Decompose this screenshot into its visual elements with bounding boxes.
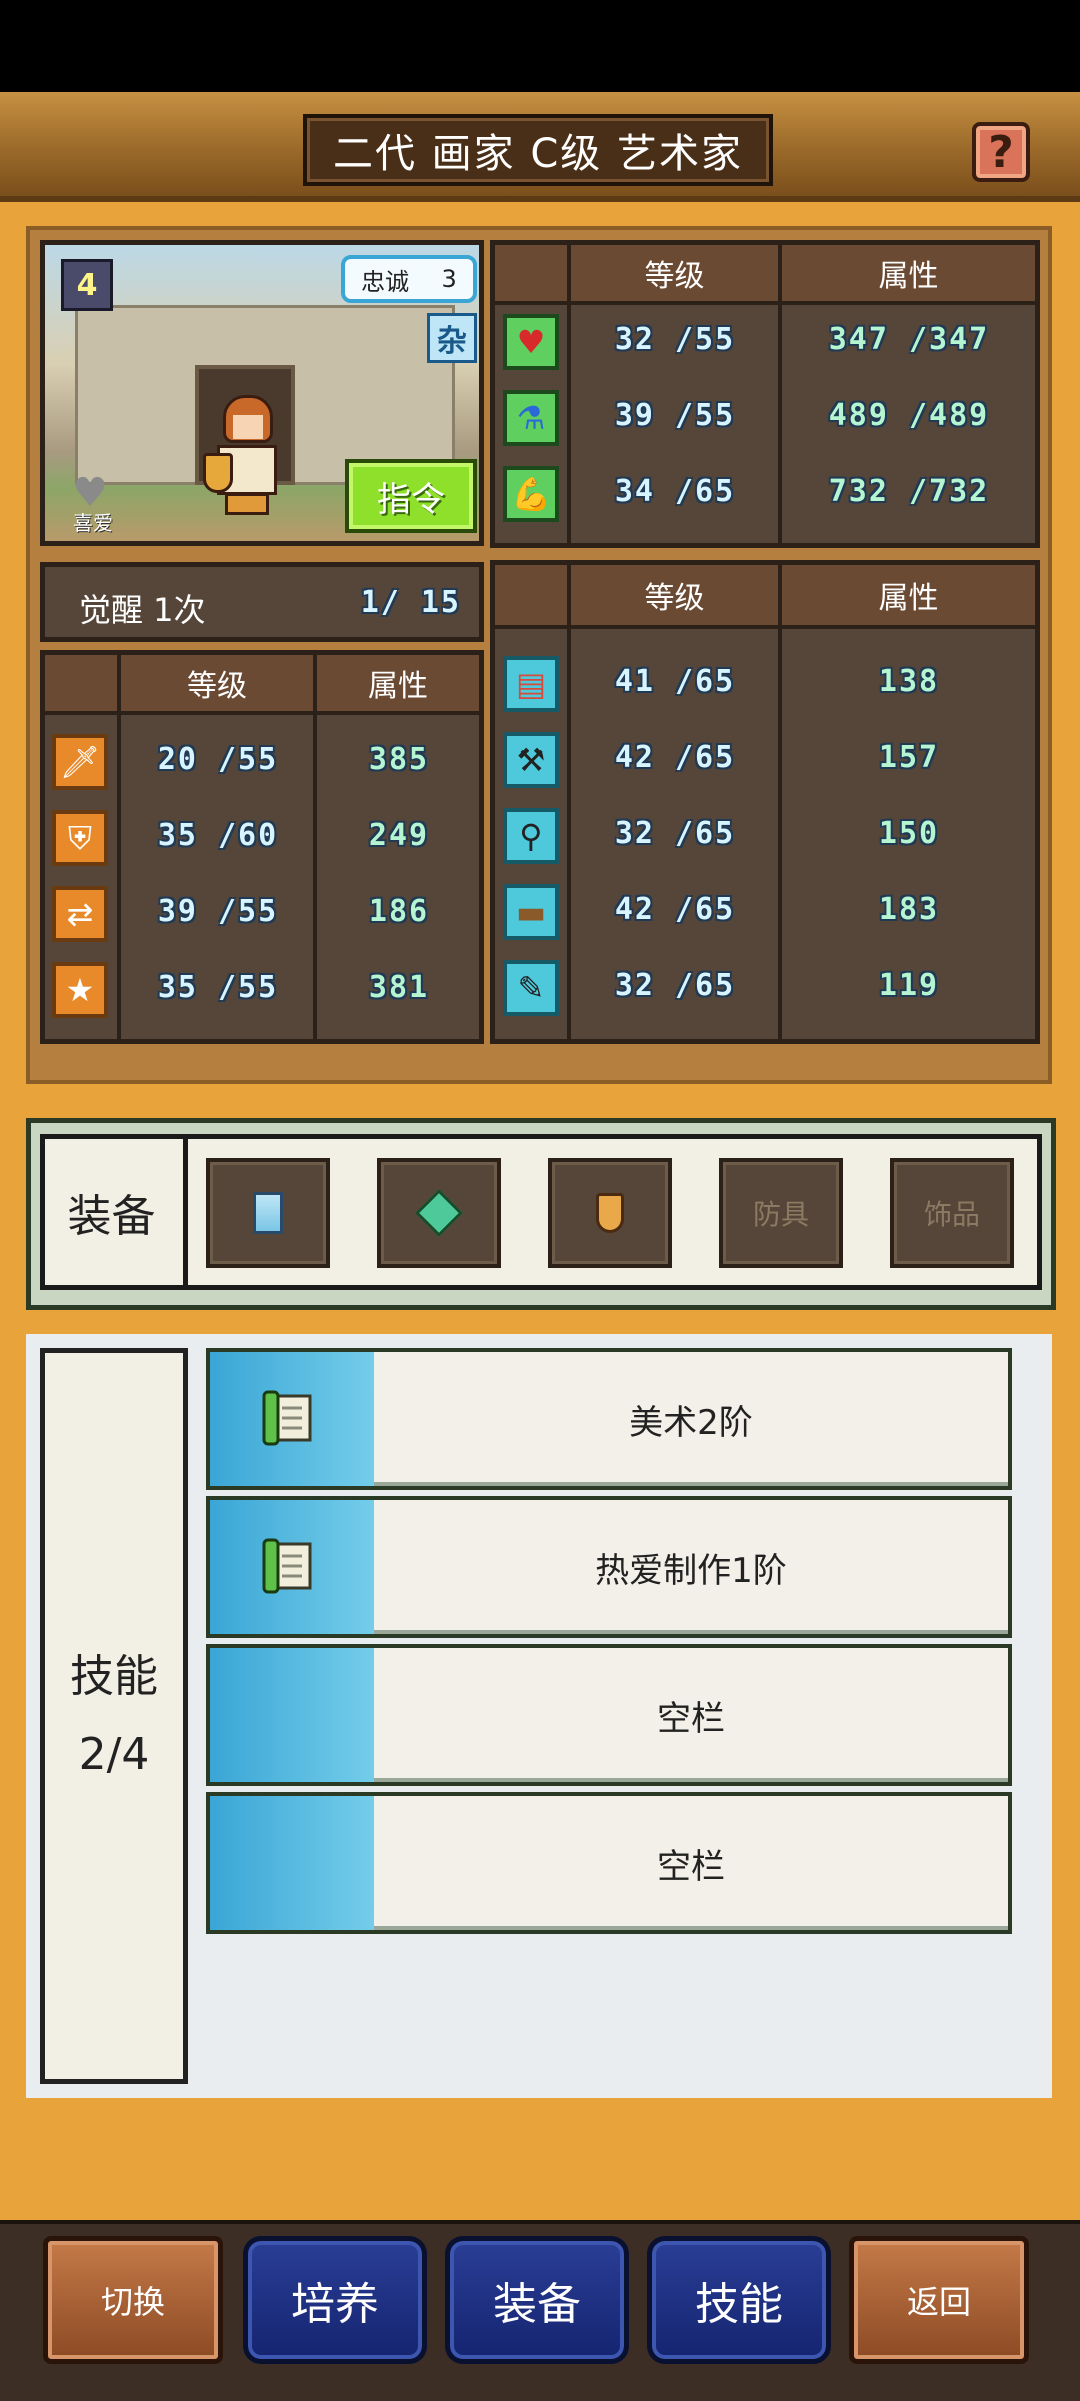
craft-value-1: 138 xyxy=(878,664,940,699)
book-icon: ▤ xyxy=(503,656,559,712)
paint-can-icon xyxy=(253,1192,283,1234)
skill-slot-2[interactable]: 热爱制作1阶 xyxy=(206,1496,1012,1638)
train-button[interactable]: 培养 xyxy=(243,2236,427,2364)
vitals-divider xyxy=(567,305,571,543)
skill-name: 美术2阶 xyxy=(629,1402,753,1443)
craft-header-attr: 属性 xyxy=(782,565,1035,629)
speed-level: 39 /55 xyxy=(157,894,279,929)
page-title: 二代 画家 C级 艺术家 xyxy=(303,114,773,186)
skills-label-box: 技能 2/4 xyxy=(40,1348,188,2084)
amulet-icon xyxy=(596,1193,624,1233)
craft-level-5: 32 /65 xyxy=(614,968,736,1003)
combat-header-blank xyxy=(45,655,121,715)
help-button[interactable]: ? xyxy=(972,122,1030,182)
back-button[interactable]: 返回 xyxy=(849,2236,1029,2364)
scroll-icon xyxy=(262,1538,312,1594)
equip-slot-amulet[interactable] xyxy=(548,1158,672,1268)
skill-name: 热爱制作1阶 xyxy=(595,1550,787,1591)
heart-icon: ♥ xyxy=(503,314,559,370)
misc-type-icon: 杂 xyxy=(427,313,477,363)
hammer-icon: ⚒ xyxy=(503,732,559,788)
arrows-icon: ⇄ xyxy=(52,886,108,942)
equip-slot-armor[interactable]: 防具 xyxy=(719,1158,843,1268)
mp-value: 489 /489 xyxy=(828,398,990,433)
awakening-label: 觉醒 1次 xyxy=(79,591,206,629)
craft-value-4: 183 xyxy=(878,892,940,927)
skill-button[interactable]: 技能 xyxy=(647,2236,831,2364)
equip-slot-accessory[interactable]: 饰品 xyxy=(890,1158,1014,1268)
level-badge: 4 xyxy=(61,259,113,311)
mp-level: 39 /55 xyxy=(614,398,736,433)
skill-slot-1[interactable]: 美术2阶 xyxy=(206,1348,1012,1490)
equip-slot-weapon[interactable] xyxy=(206,1158,330,1268)
combat-header-level: 等级 xyxy=(121,655,317,715)
craft-level-3: 32 /65 xyxy=(614,816,736,851)
craft-divider xyxy=(778,629,782,1039)
skill-name: 空栏 xyxy=(657,1846,725,1887)
brush-icon: ✎ xyxy=(503,960,559,1016)
craft-level-4: 42 /65 xyxy=(614,892,736,927)
awakening-box: 觉醒 1次 1/ 15 xyxy=(40,562,484,642)
awakening-count: 1/ 15 xyxy=(360,585,461,620)
defense-level: 35 /60 xyxy=(157,818,279,853)
defense-value: 249 xyxy=(368,818,430,853)
shield-icon: ⛨ xyxy=(52,810,108,866)
craft-header-blank xyxy=(495,565,571,629)
luck-level: 35 /55 xyxy=(157,970,279,1005)
loyalty-label: 忠诚 xyxy=(361,267,410,296)
gem-icon xyxy=(414,1188,464,1238)
skill-name: 空栏 xyxy=(657,1698,725,1739)
shovel-icon: ⚲ xyxy=(503,808,559,864)
loyalty-badge: 忠诚 3 xyxy=(341,255,477,303)
craft-level-1: 41 /65 xyxy=(614,664,736,699)
craft-divider xyxy=(567,629,571,1039)
combat-divider xyxy=(313,715,317,1039)
craft-value-2: 157 xyxy=(878,740,940,775)
anvil-icon: ▬ xyxy=(503,884,559,940)
skills-label: 技能 xyxy=(70,1651,158,1702)
speed-value: 186 xyxy=(368,894,430,929)
attack-value: 385 xyxy=(368,742,430,777)
like-label: 喜爱 xyxy=(73,511,113,535)
character-sprite xyxy=(203,395,293,515)
luck-value: 381 xyxy=(368,970,430,1005)
command-button[interactable]: 指令 xyxy=(345,459,477,533)
equipment-label: 装备 xyxy=(40,1134,188,1290)
craft-level-2: 42 /65 xyxy=(614,740,736,775)
status-bar xyxy=(0,0,1080,92)
skill-slot-3[interactable]: 空栏 xyxy=(206,1644,1012,1786)
equip-button[interactable]: 装备 xyxy=(445,2236,629,2364)
craft-value-3: 150 xyxy=(878,816,940,851)
muscle-icon: 💪 xyxy=(503,466,559,522)
vitals-header-attr: 属性 xyxy=(782,245,1035,305)
combat-header-attr: 属性 xyxy=(317,655,479,715)
vitals-header-level: 等级 xyxy=(571,245,782,305)
vitals-header-blank xyxy=(495,245,571,305)
sword-icon: 🗡 xyxy=(52,734,108,790)
character-portrait: 4 忠诚 3 杂 ♥ 喜爱 指令 xyxy=(40,240,484,546)
skill-slot-4[interactable]: 空栏 xyxy=(206,1792,1012,1934)
craft-value-5: 119 xyxy=(878,968,940,1003)
hp-level: 32 /55 xyxy=(614,322,736,357)
equip-slot-tool[interactable] xyxy=(377,1158,501,1268)
switch-button[interactable]: 切换 xyxy=(43,2236,223,2364)
stamina-value: 732 /732 xyxy=(828,474,990,509)
attack-level: 20 /55 xyxy=(157,742,279,777)
craft-header-level: 等级 xyxy=(571,565,782,629)
vitals-divider xyxy=(778,305,782,543)
skills-count: 2/4 xyxy=(78,1729,150,1780)
hp-value: 347 /347 xyxy=(828,322,990,357)
loyalty-value: 3 xyxy=(441,265,457,293)
stamina-level: 34 /65 xyxy=(614,474,736,509)
potion-icon: ⚗ xyxy=(503,390,559,446)
scroll-icon xyxy=(262,1390,312,1446)
combat-divider xyxy=(117,715,121,1039)
star-icon: ★ xyxy=(52,962,108,1018)
